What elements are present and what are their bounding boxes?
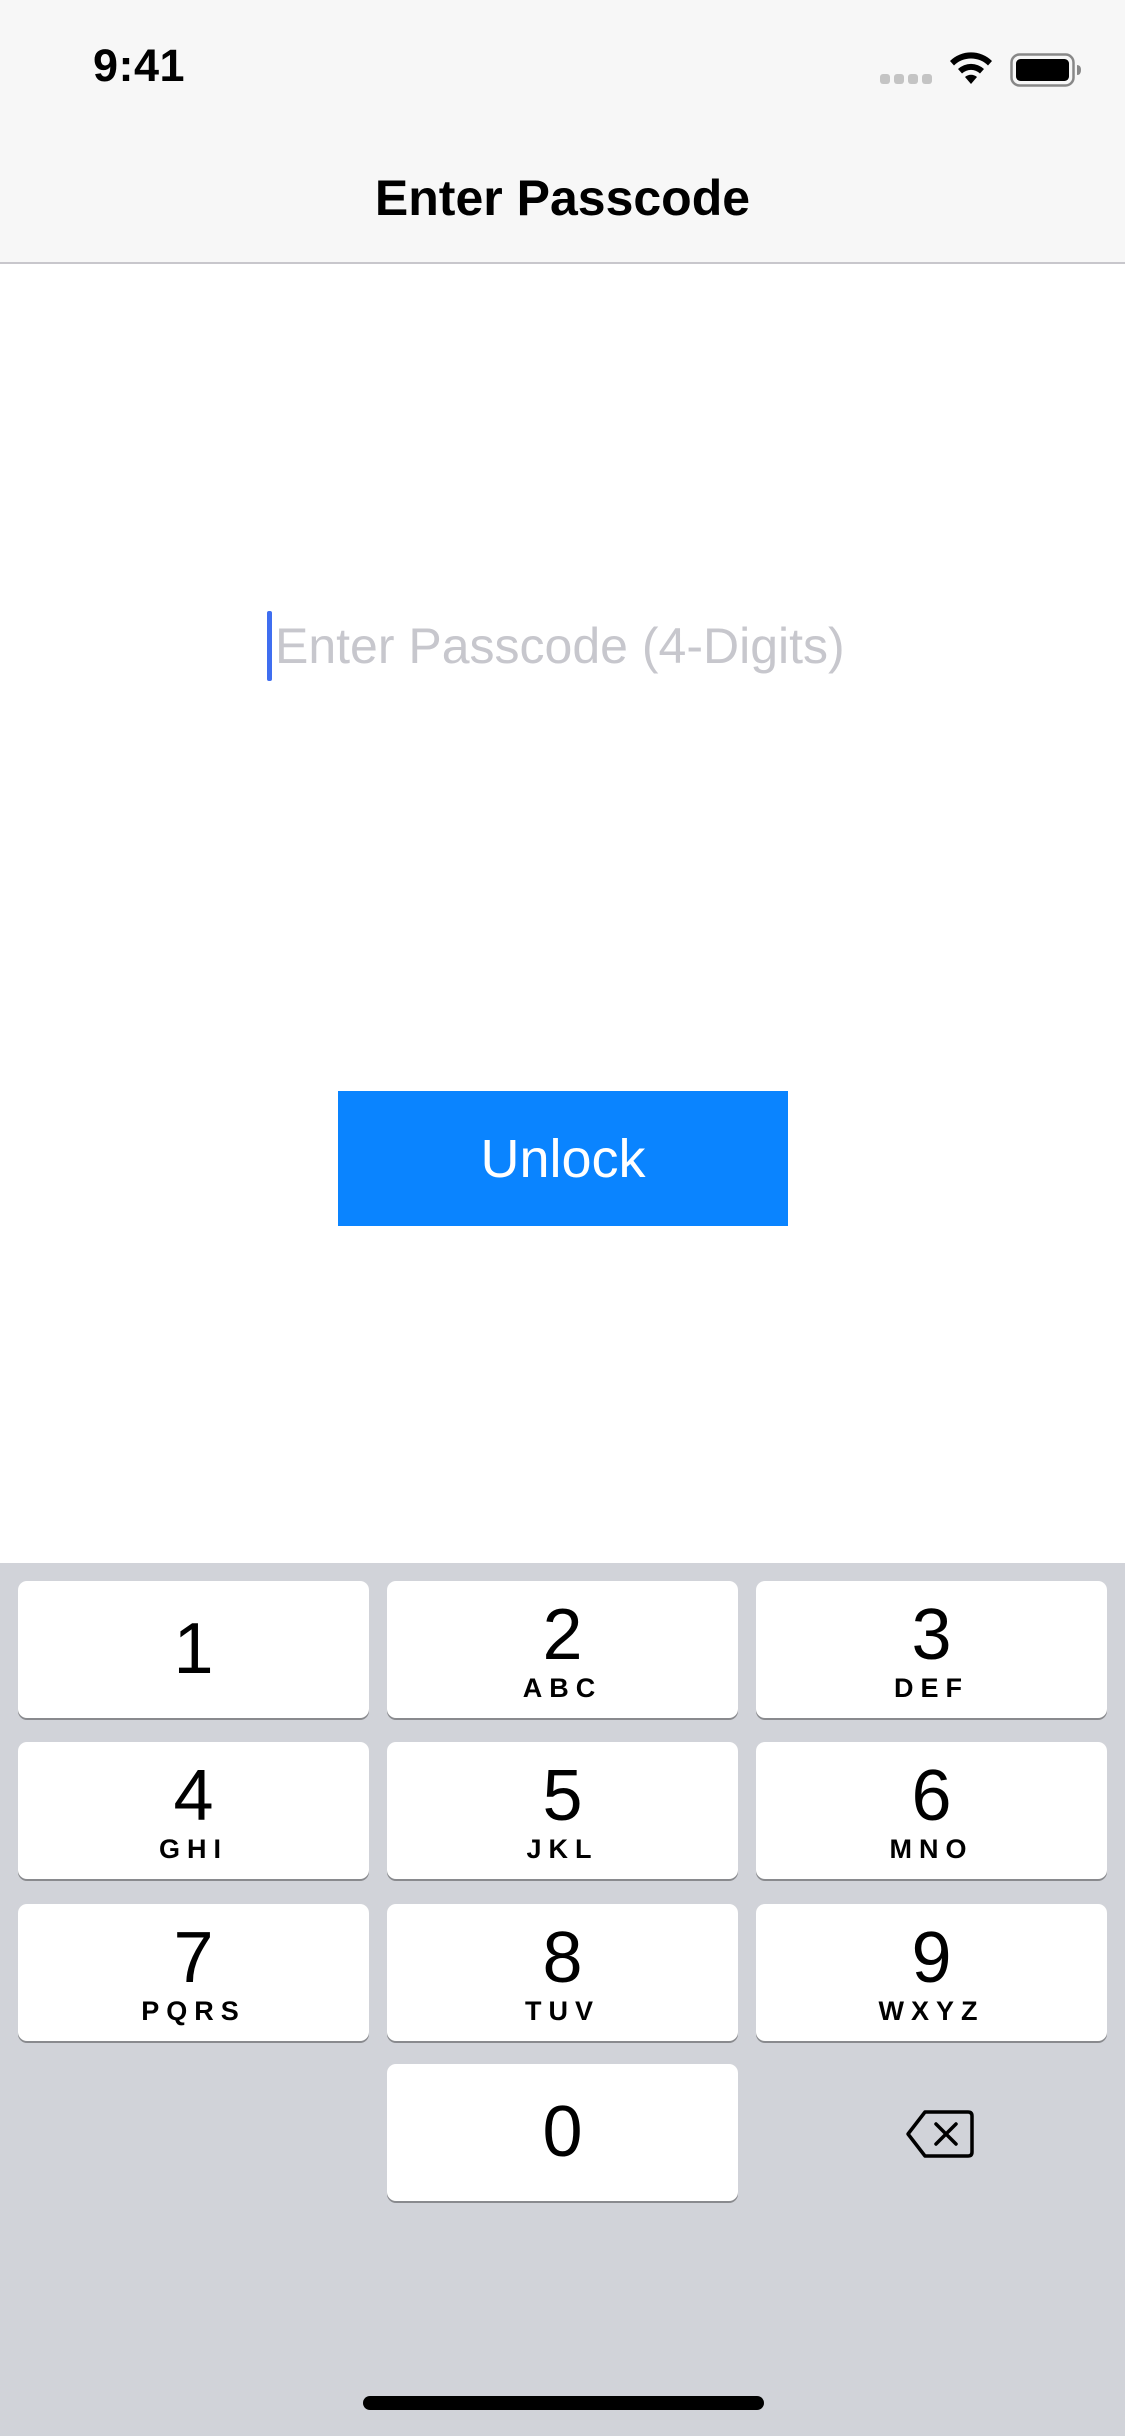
key-digit: 7: [173, 1918, 214, 1998]
numeric-keypad: 1 2 ABC 3 DEF 4 GHI 5 JKL 6 MNO 7 PQRS 8: [0, 1563, 1125, 2436]
key-digit: 6: [911, 1756, 952, 1836]
key-7[interactable]: 7 PQRS: [18, 1904, 369, 2041]
key-digit: 5: [542, 1756, 583, 1836]
cellular-signal-icon: [880, 74, 934, 86]
key-letters: MNO: [889, 1834, 974, 1864]
key-8[interactable]: 8 TUV: [387, 1904, 738, 2041]
key-letters: DEF: [894, 1673, 969, 1703]
key-digit: 8: [542, 1918, 583, 1998]
wifi-icon: [950, 52, 992, 84]
key-0[interactable]: 0: [387, 2064, 738, 2201]
key-letters: PQRS: [141, 1996, 246, 2026]
key-6[interactable]: 6 MNO: [756, 1742, 1107, 1879]
key-letters: WXYZ: [878, 1996, 985, 2026]
key-letters: GHI: [158, 1834, 228, 1864]
page-title: Enter Passcode: [374, 170, 751, 226]
unlock-button[interactable]: Unlock: [338, 1091, 788, 1226]
delete-backspace-icon: [906, 2110, 974, 2158]
key-digit: 0: [542, 2092, 583, 2172]
key-2[interactable]: 2 ABC: [387, 1581, 738, 1718]
key-letters: ABC: [522, 1673, 603, 1703]
key-letters: JKL: [526, 1834, 599, 1864]
passcode-screen: 9:41 Enter Passcode Unlock 1 2: [0, 0, 1125, 2436]
navigation-bar: 9:41 Enter Passcode: [0, 0, 1125, 264]
passcode-input[interactable]: [263, 608, 875, 684]
unlock-button-label: Unlock: [480, 1128, 646, 1189]
key-1[interactable]: 1: [18, 1581, 369, 1718]
key-digit: 4: [173, 1756, 214, 1836]
key-5[interactable]: 5 JKL: [387, 1742, 738, 1879]
key-3[interactable]: 3 DEF: [756, 1581, 1107, 1718]
key-digit: 2: [542, 1595, 583, 1675]
battery-icon: [1010, 53, 1081, 87]
key-digit: 9: [911, 1918, 952, 1998]
key-letters: TUV: [525, 1996, 600, 2026]
key-digit: 1: [173, 1609, 214, 1689]
key-digit: 3: [911, 1595, 952, 1675]
key-9[interactable]: 9 WXYZ: [756, 1904, 1107, 2041]
home-indicator[interactable]: [363, 2396, 764, 2410]
key-4[interactable]: 4 GHI: [18, 1742, 369, 1879]
delete-key[interactable]: [756, 2064, 1107, 2201]
status-bar-time: 9:41: [93, 40, 186, 91]
